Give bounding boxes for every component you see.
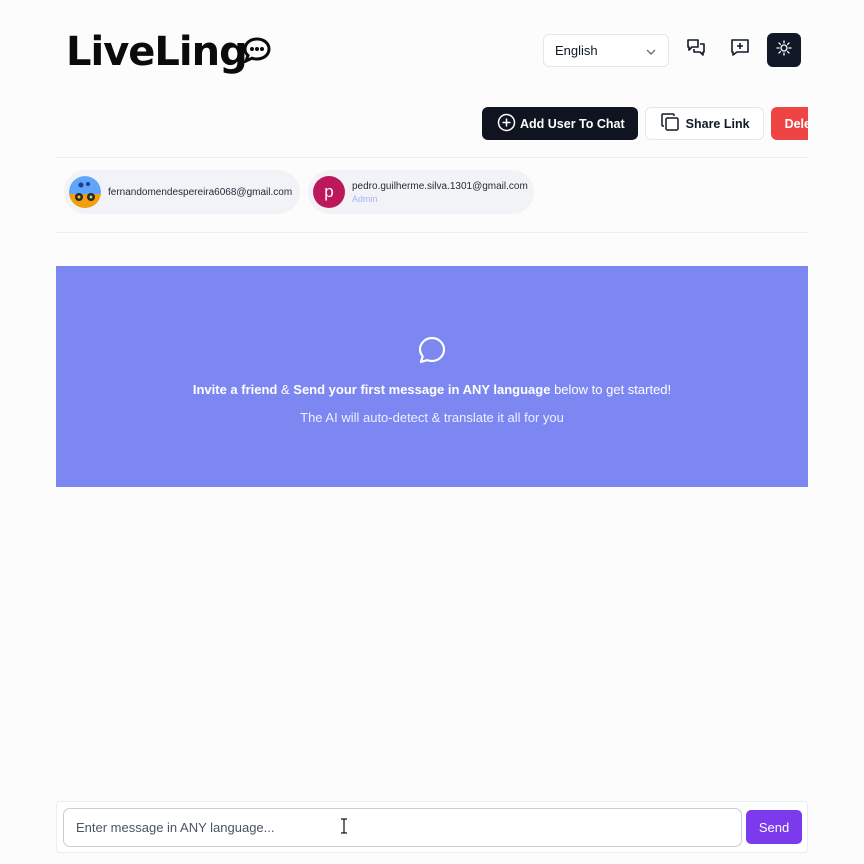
header-controls: English bbox=[543, 33, 801, 67]
chevron-down-icon bbox=[646, 43, 656, 58]
participant-email: pedro.guilherme.silva.1301@gmail.com bbox=[352, 180, 528, 192]
divider bbox=[56, 232, 808, 233]
app-logo[interactable]: LiveLing bbox=[66, 30, 271, 74]
participant-email: fernandomendespereira6068@gmail.com bbox=[108, 186, 293, 198]
banner-headline: Invite a friend & Send your first messag… bbox=[193, 382, 671, 397]
empty-chat-banner: Invite a friend & Send your first messag… bbox=[56, 266, 808, 487]
copy-icon bbox=[660, 112, 680, 135]
new-chat-icon bbox=[730, 38, 750, 63]
delete-label: Delete bbox=[784, 116, 808, 131]
new-chat-button[interactable] bbox=[723, 33, 757, 67]
logo-text: LiveLing bbox=[66, 29, 248, 75]
avatar: p bbox=[313, 176, 345, 208]
chats-button[interactable] bbox=[679, 33, 713, 67]
language-select[interactable]: English bbox=[543, 33, 669, 67]
message-input[interactable] bbox=[63, 808, 742, 847]
banner-send-text: Send your first message in ANY language bbox=[293, 382, 551, 397]
add-user-label: Add User To Chat bbox=[520, 116, 625, 131]
add-user-button[interactable]: Add User To Chat bbox=[482, 107, 638, 140]
banner-invite-text: Invite a friend bbox=[192, 382, 278, 397]
participant-chip[interactable]: fernandomendespereira6068@gmail.com bbox=[64, 170, 300, 214]
plus-circle-icon bbox=[497, 113, 516, 135]
participant-role-badge: Admin bbox=[352, 193, 378, 204]
participant-chip[interactable]: p pedro.guilherme.silva.1301@gmail.com A… bbox=[308, 170, 534, 214]
message-circle-icon bbox=[417, 335, 447, 370]
delete-chat-button[interactable]: Delete bbox=[770, 107, 808, 140]
language-select-value: English bbox=[555, 42, 598, 58]
banner-rest-text: below to get started! bbox=[550, 382, 672, 397]
share-link-button[interactable]: Share Link bbox=[644, 107, 764, 140]
banner-amp-text: & bbox=[277, 382, 294, 397]
avatar bbox=[69, 176, 101, 208]
participants-list: fernandomendespereira6068@gmail.com p pe… bbox=[64, 170, 534, 214]
divider bbox=[56, 157, 808, 158]
text-cursor-icon bbox=[339, 818, 349, 839]
chats-icon bbox=[686, 38, 706, 63]
sun-icon bbox=[776, 39, 792, 61]
message-composer: Send bbox=[56, 801, 808, 853]
chat-actions: Add User To Chat Share Link Delete bbox=[482, 107, 808, 140]
speech-bubble-logo-icon bbox=[243, 37, 271, 68]
banner-subline: The AI will auto-detect & translate it a… bbox=[300, 410, 564, 425]
share-link-label: Share Link bbox=[685, 116, 750, 131]
theme-toggle-button[interactable] bbox=[767, 33, 801, 67]
send-button[interactable]: Send bbox=[746, 810, 802, 844]
